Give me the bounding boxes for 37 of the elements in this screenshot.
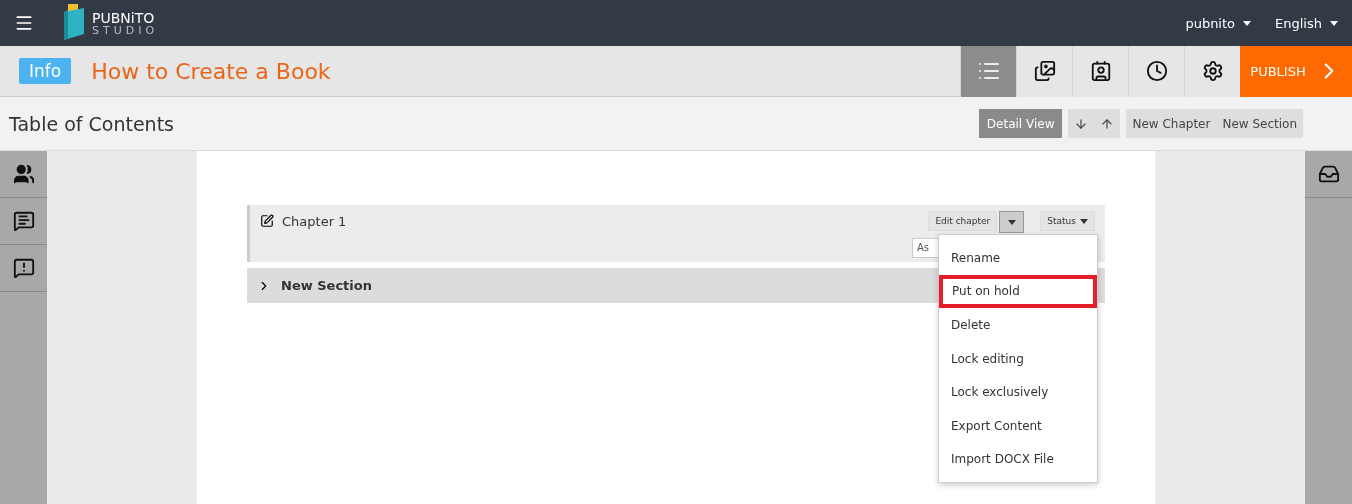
book-logo-icon (62, 4, 86, 42)
toolbar-tab[interactable] (1072, 45, 1128, 97)
menu-item[interactable]: Import DOCX File (939, 442, 1097, 477)
people-icon (12, 163, 35, 185)
chapter-title: Chapter 1 (282, 214, 347, 229)
section-title: New Section (281, 278, 372, 293)
edit-chapter-button[interactable]: Edit chapter (928, 211, 998, 231)
menu-item[interactable]: Lock editing (939, 341, 1097, 376)
contact-card-icon (1089, 60, 1112, 82)
menu-item[interactable]: Put on hold (939, 274, 1097, 309)
menu-item[interactable]: Delete (939, 308, 1097, 342)
dropdown-toggle[interactable] (999, 211, 1025, 233)
clock-icon (1145, 60, 1168, 82)
status-button[interactable]: Status (1040, 211, 1095, 231)
menu-item[interactable]: Lock exclusively (939, 375, 1097, 409)
alert-message-icon (12, 257, 35, 279)
user-menu[interactable]: pubnito (1185, 15, 1252, 31)
toolbar-tab[interactable] (1128, 45, 1184, 97)
caret-icon (1330, 20, 1338, 26)
logo-text: PUBNiTO (92, 10, 156, 25)
book-title: How to Create a Book (91, 58, 332, 84)
menu-icon (14, 13, 34, 33)
page-title: Table of Contents (9, 112, 175, 135)
caret-icon (1007, 219, 1016, 225)
logo-subtitle: STUDIO (92, 24, 159, 36)
language-menu[interactable]: English (1275, 15, 1338, 31)
toolbar-tab[interactable] (1016, 45, 1072, 97)
menu-item[interactable]: Export Content (939, 408, 1097, 443)
settings-icon (1201, 60, 1224, 82)
caret-icon (1243, 20, 1252, 26)
toolbar-tab[interactable] (1184, 45, 1240, 97)
images-icon (1033, 60, 1056, 82)
inbox-icon (1317, 163, 1340, 185)
chat-icon (12, 210, 35, 232)
edit-icon (260, 214, 274, 228)
caret-icon (1080, 218, 1088, 224)
menu-button[interactable] (14, 13, 34, 33)
